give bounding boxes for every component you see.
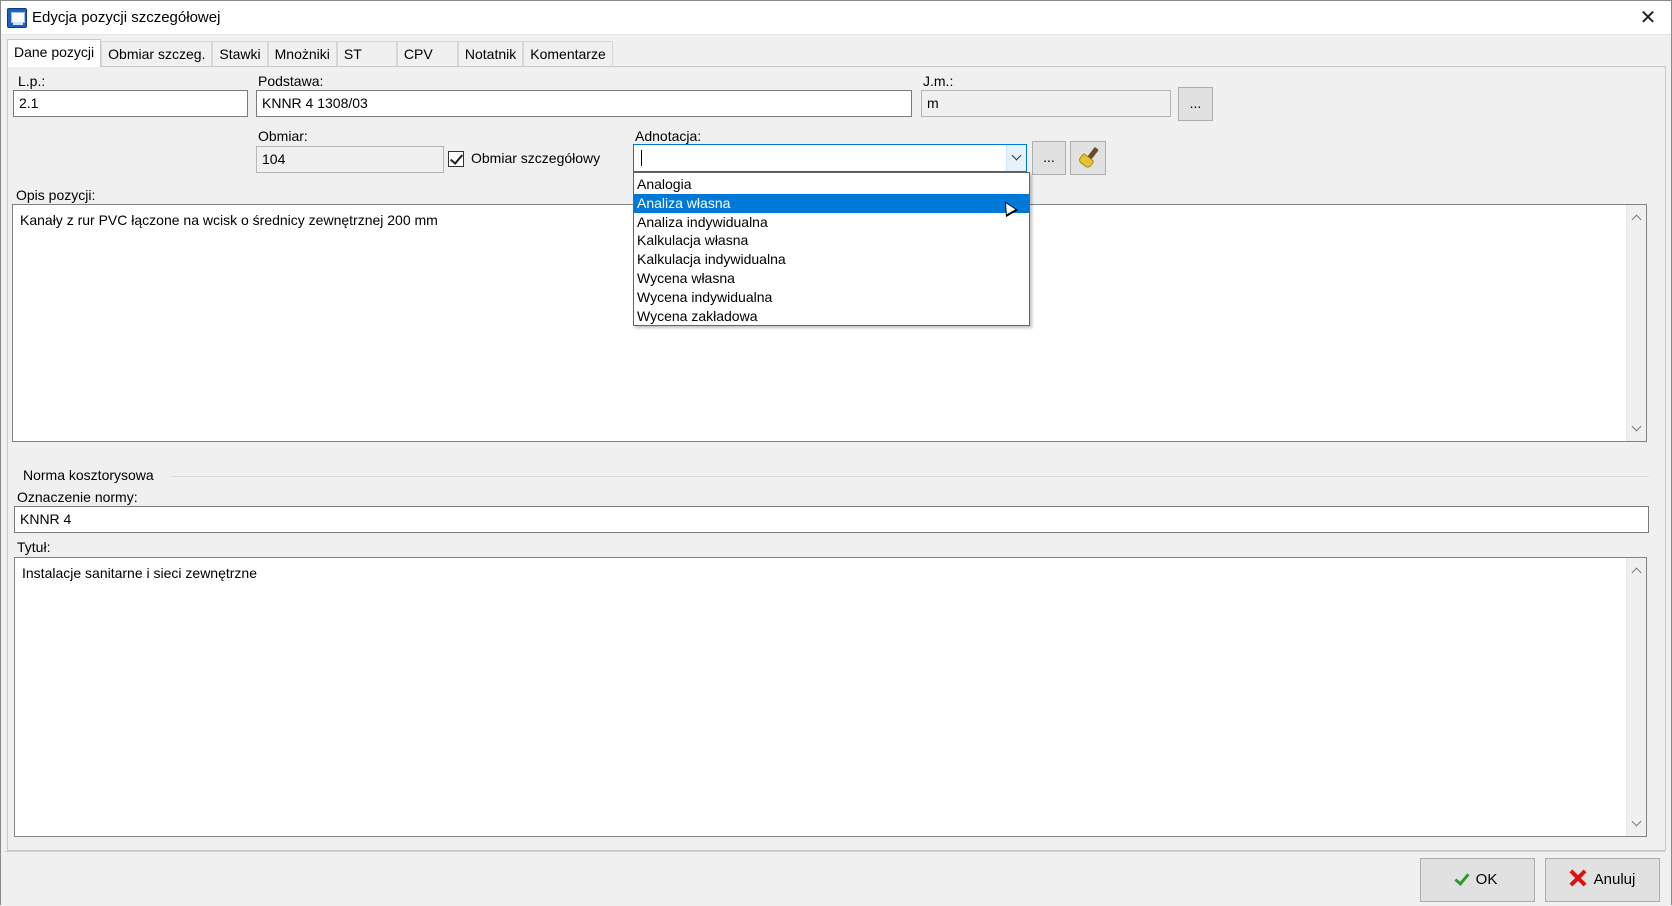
dropdown-option-analiza-indywidualna[interactable]: Analiza indywidualna <box>634 213 1029 232</box>
close-icon[interactable]: ✕ <box>1625 1 1671 35</box>
lp-input[interactable]: 2.1 <box>13 90 248 117</box>
scroll-up-icon[interactable] <box>1631 567 1642 578</box>
chevron-down-icon[interactable] <box>1006 145 1026 171</box>
obmiar-szczegolowy-checkbox[interactable] <box>448 151 464 167</box>
title-bar: Edycja pozycji szczegółowej ✕ <box>1 1 1671 35</box>
adnotacja-label: Adnotacja: <box>635 128 702 144</box>
cancel-button[interactable]: Anuluj <box>1545 858 1660 902</box>
adnotacja-combobox[interactable] <box>633 144 1027 172</box>
tytul-scrollbar[interactable] <box>1626 558 1646 836</box>
cancel-label: Anuluj <box>1593 871 1636 888</box>
oznaczenie-input[interactable]: KNNR 4 <box>14 506 1649 533</box>
tab-notatnik[interactable]: Notatnik <box>457 41 524 66</box>
dropdown-option-analiza-wlasna[interactable]: Analiza własna <box>634 193 1029 213</box>
tab-dane-pozycji[interactable]: Dane pozycji <box>7 39 102 67</box>
tab-obmiar-szczeg[interactable]: Obmiar szczeg. <box>101 41 213 66</box>
dropdown-option-kalkulacja-wlasna[interactable]: Kalkulacja własna <box>634 231 1029 250</box>
tytul-label: Tytuł: <box>17 539 51 555</box>
scroll-down-icon[interactable] <box>1631 421 1642 432</box>
jm-input[interactable]: m <box>921 90 1171 117</box>
dialog-window: Edycja pozycji szczegółowej ✕ Dane pozyc… <box>0 0 1672 906</box>
dropdown-option-analogia[interactable]: Analogia <box>634 175 1029 194</box>
opis-text: Kanały z rur PVC łączone na wcisk o śred… <box>20 212 438 228</box>
dropdown-option-wycena-zakladowa[interactable]: Wycena zakładowa <box>634 307 1029 326</box>
text-caret <box>641 150 642 166</box>
scroll-up-icon[interactable] <box>1631 214 1642 225</box>
dropdown-option-kalkulacja-indywidualna[interactable]: Kalkulacja indywidualna <box>634 250 1029 269</box>
adnotacja-browse-button[interactable]: ... <box>1032 141 1066 175</box>
lp-label: L.p.: <box>18 73 46 89</box>
jm-browse-button[interactable]: ... <box>1178 87 1213 121</box>
group-divider <box>171 476 1649 477</box>
tab-strip: Dane pozycji Obmiar szczeg. Stawki Mnożn… <box>7 39 613 67</box>
opis-scrollbar[interactable] <box>1626 205 1646 441</box>
window-title: Edycja pozycji szczegółowej <box>32 9 221 26</box>
oznaczenie-label: Oznaczenie normy: <box>17 489 138 505</box>
dropdown-option-wycena-indywidualna[interactable]: Wycena indywidualna <box>634 288 1029 307</box>
dialog-footer: OK Anuluj <box>1 851 1671 906</box>
tab-stawki[interactable]: Stawki <box>212 41 268 66</box>
norma-group-title: Norma kosztorysowa <box>23 467 154 483</box>
x-icon <box>1570 870 1586 886</box>
ok-button[interactable]: OK <box>1420 858 1535 902</box>
tytul-textarea[interactable]: Instalacje sanitarne i sieci zewnętrzne <box>14 557 1647 837</box>
clear-adnotacja-button[interactable] <box>1070 141 1106 175</box>
obmiar-szczegolowy-label: Obmiar szczegółowy <box>471 150 601 166</box>
ok-label: OK <box>1475 871 1498 888</box>
scroll-down-icon[interactable] <box>1631 816 1642 827</box>
dropdown-option-wycena-wlasna[interactable]: Wycena własna <box>634 269 1029 288</box>
tytul-text: Instalacje sanitarne i sieci zewnętrzne <box>22 565 258 581</box>
app-icon <box>7 8 27 28</box>
tab-st[interactable]: ST <box>336 41 397 66</box>
tab-cpv[interactable]: CPV <box>396 41 458 66</box>
obmiar-label: Obmiar: <box>258 128 308 144</box>
opis-label: Opis pozycji: <box>16 187 96 203</box>
adnotacja-dropdown-list: Analogia Analiza własna Analiza indywidu… <box>633 172 1030 326</box>
tab-komentarze[interactable]: Komentarze <box>523 41 613 66</box>
check-icon <box>1454 870 1470 886</box>
podstawa-label: Podstawa: <box>258 73 324 89</box>
obmiar-input[interactable]: 104 <box>256 146 444 173</box>
podstawa-input[interactable]: KNNR 4 1308/03 <box>256 90 912 117</box>
tab-mnozniki[interactable]: Mnożniki <box>267 41 337 66</box>
jm-label: J.m.: <box>923 73 954 89</box>
